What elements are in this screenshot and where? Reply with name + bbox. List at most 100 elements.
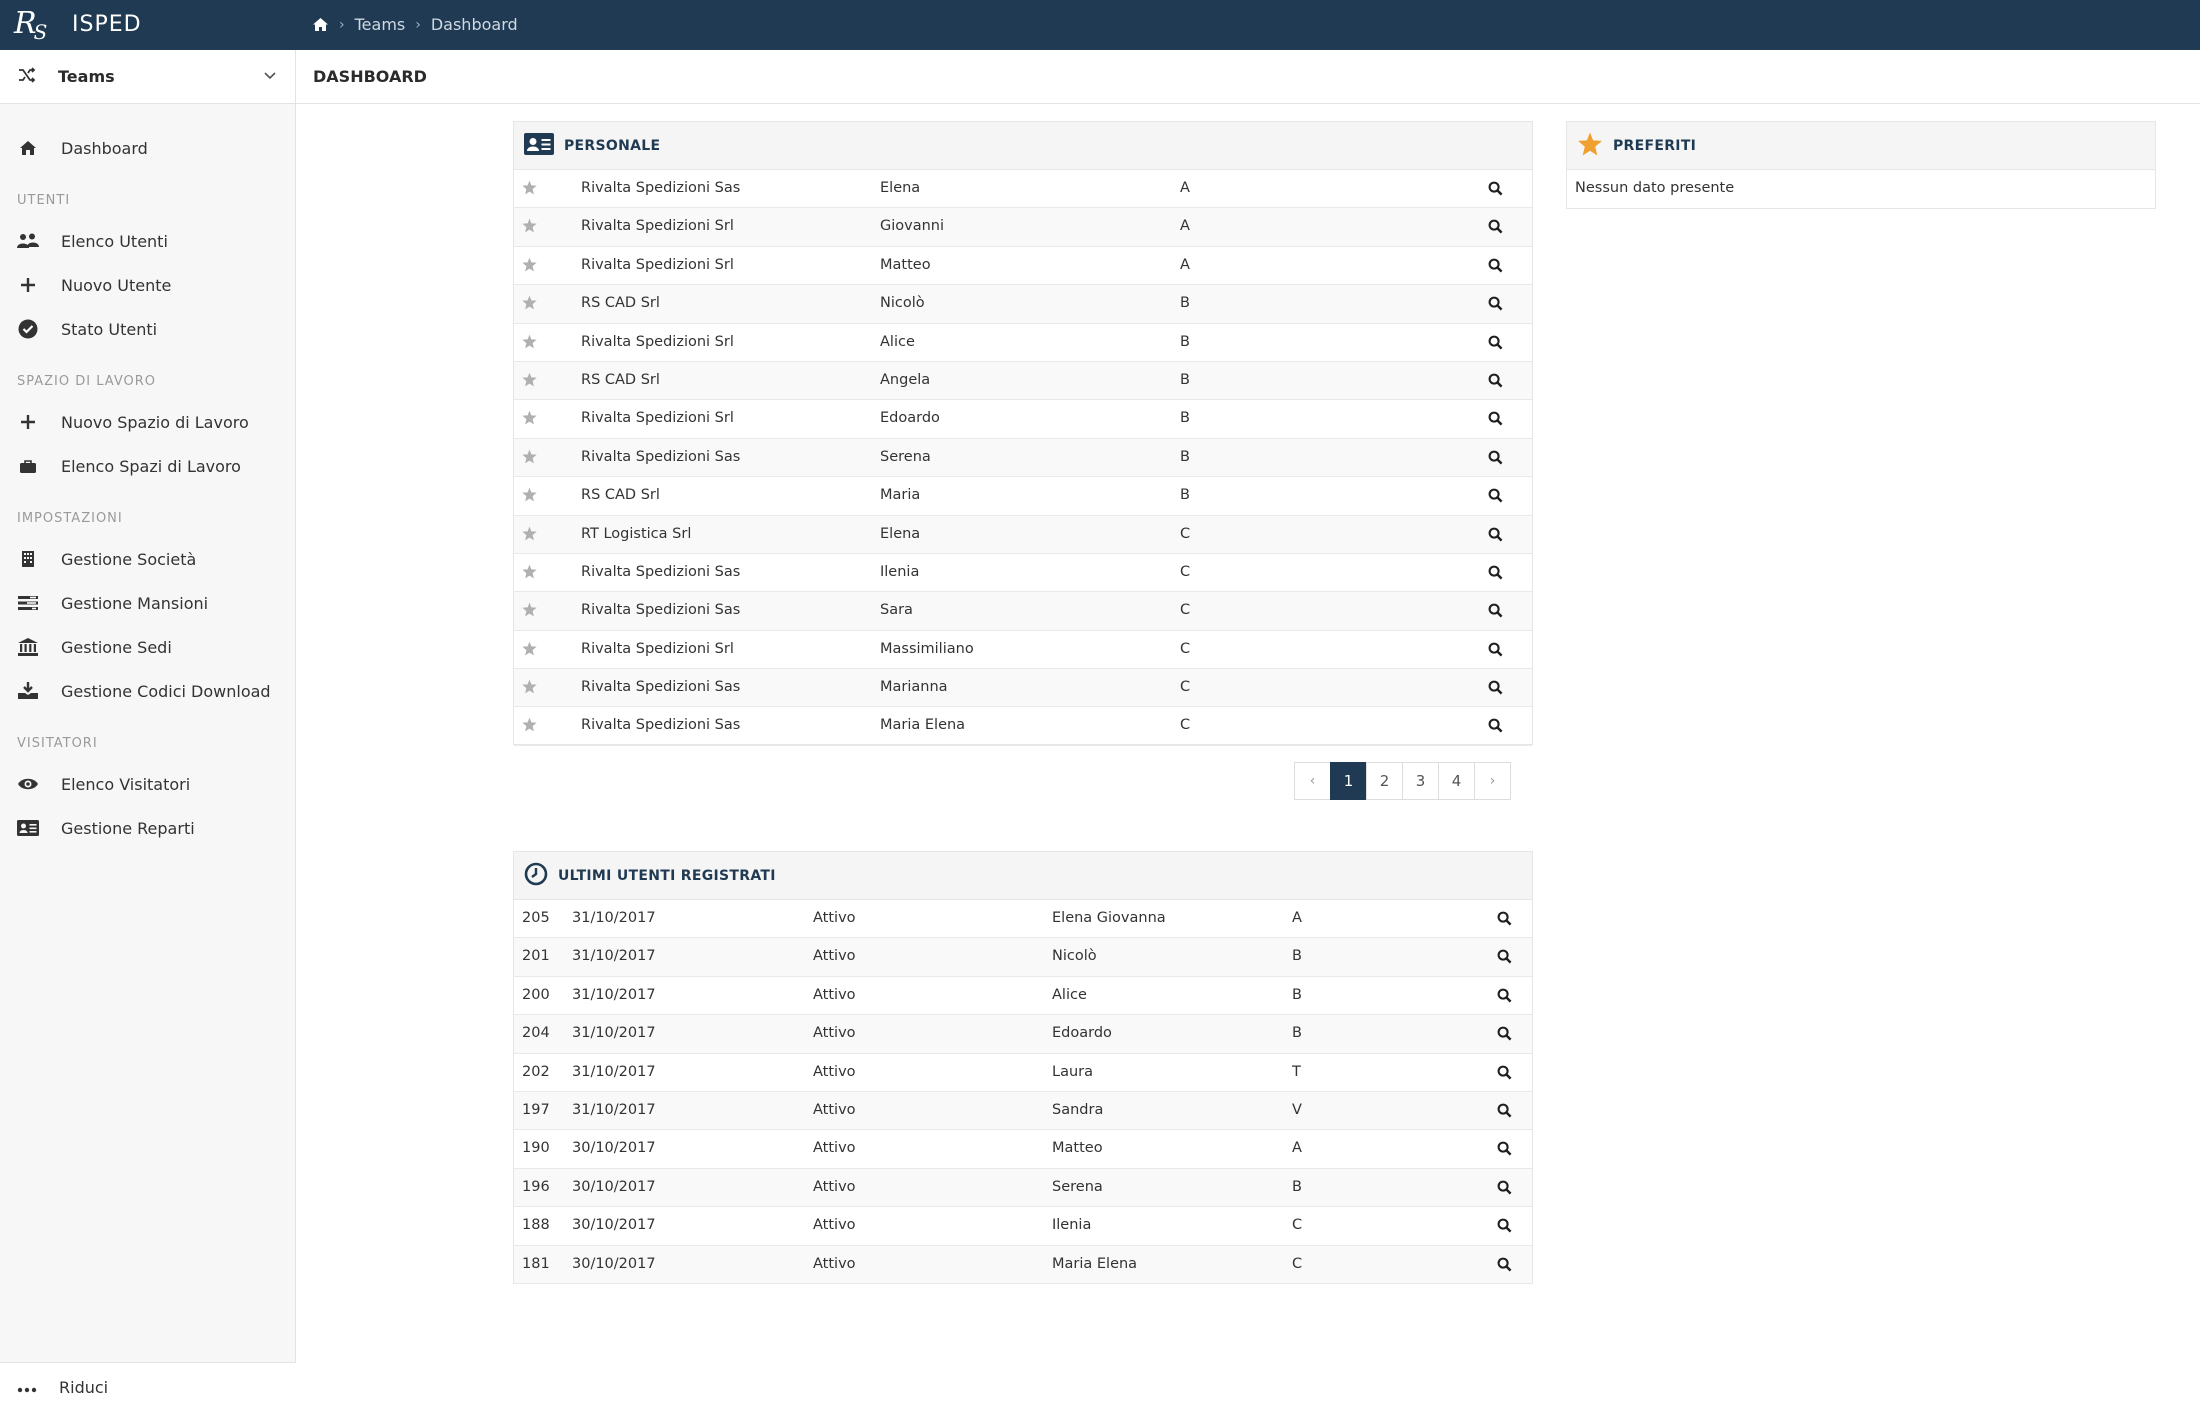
table-row[interactable]: Rivalta Spedizioni Srl Matteo A <box>514 247 1532 286</box>
search-icon[interactable] <box>1488 603 1503 622</box>
sidebar-item-elenco-utenti[interactable]: Elenco Utenti <box>0 223 296 259</box>
search-icon[interactable] <box>1497 1180 1512 1199</box>
sidebar: Teams Dashboard UTENTI Elenco Utenti Nuo… <box>0 50 296 1412</box>
table-row[interactable]: Rivalta Spedizioni Srl Giovanni A <box>514 208 1532 247</box>
breadcrumb-dashboard[interactable]: Dashboard <box>431 15 518 34</box>
briefcase-icon <box>17 455 39 477</box>
table-row[interactable]: 196 30/10/2017 Attivo Serena B <box>514 1168 1532 1208</box>
favorite-star-icon[interactable] <box>522 717 537 736</box>
table-row[interactable]: 190 30/10/2017 Attivo Matteo A <box>514 1130 1532 1169</box>
search-icon[interactable] <box>1497 949 1512 968</box>
app-logo[interactable]: RS <box>14 6 47 44</box>
table-row[interactable]: Rivalta Spedizioni Sas Marianna C <box>514 669 1532 708</box>
table-row[interactable]: Rivalta Spedizioni Srl Alice B <box>514 324 1532 362</box>
sidebar-item-dashboard[interactable]: Dashboard <box>0 130 296 166</box>
table-row[interactable]: Rivalta Spedizioni Sas Sara C <box>514 592 1532 631</box>
favorite-star-icon[interactable] <box>522 410 537 429</box>
search-icon[interactable] <box>1488 411 1503 430</box>
search-icon[interactable] <box>1488 718 1503 737</box>
search-icon[interactable] <box>1488 642 1503 661</box>
breadcrumb-teams[interactable]: Teams <box>355 15 406 34</box>
home-icon[interactable] <box>312 17 329 32</box>
favorite-star-icon[interactable] <box>522 295 537 314</box>
favorite-star-icon[interactable] <box>522 602 537 621</box>
favorite-star-icon[interactable] <box>522 679 537 698</box>
table-row[interactable]: RT Logistica Srl Elena C <box>514 515 1532 554</box>
section-label-visitatori: VISITATORI <box>17 736 98 751</box>
search-icon[interactable] <box>1488 488 1503 507</box>
pagination-page-3[interactable]: 3 <box>1402 762 1439 800</box>
pagination-page-4[interactable]: 4 <box>1438 762 1475 800</box>
sidebar-collapse-button[interactable]: Riduci <box>0 1362 296 1412</box>
table-row[interactable]: 181 30/10/2017 Attivo Maria Elena C <box>514 1245 1532 1284</box>
name-cell: Serena <box>880 448 931 465</box>
chevron-down-icon[interactable] <box>263 67 277 85</box>
favorite-star-icon[interactable] <box>522 257 537 276</box>
search-icon[interactable] <box>1497 988 1512 1007</box>
search-icon[interactable] <box>1497 1141 1512 1160</box>
search-icon[interactable] <box>1488 527 1503 546</box>
search-icon[interactable] <box>1497 1065 1512 1084</box>
favorite-star-icon[interactable] <box>522 372 537 391</box>
table-row[interactable]: 188 30/10/2017 Attivo Ilenia C <box>514 1207 1532 1246</box>
search-icon[interactable] <box>1488 181 1503 200</box>
table-row[interactable]: 202 31/10/2017 Attivo Laura T <box>514 1054 1532 1092</box>
pagination-page-1[interactable]: 1 <box>1330 762 1367 800</box>
favorite-star-icon[interactable] <box>522 487 537 506</box>
name-cell: Maria Elena <box>1052 1255 1138 1272</box>
table-row[interactable]: 205 31/10/2017 Attivo Elena Giovanna A <box>514 900 1532 939</box>
search-icon[interactable] <box>1488 680 1503 699</box>
search-icon[interactable] <box>1497 1257 1512 1276</box>
search-icon[interactable] <box>1488 450 1503 469</box>
sidebar-item-gestione-reparti[interactable]: Gestione Reparti <box>0 810 296 846</box>
sidebar-item-stato-utenti[interactable]: Stato Utenti <box>0 311 296 347</box>
table-row[interactable]: Rivalta Spedizioni Sas Serena B <box>514 438 1532 478</box>
category-cell: C <box>1292 1255 1303 1272</box>
table-row[interactable]: Rivalta Spedizioni Sas Elena A <box>514 170 1532 209</box>
search-icon[interactable] <box>1488 258 1503 277</box>
table-row[interactable]: Rivalta Spedizioni Sas Ilenia C <box>514 554 1532 593</box>
table-row[interactable]: 204 31/10/2017 Attivo Edoardo B <box>514 1015 1532 1054</box>
sidebar-item-gestione-codici[interactable]: Gestione Codici Download <box>0 673 296 709</box>
favorite-star-icon[interactable] <box>522 180 537 199</box>
table-row[interactable]: 200 31/10/2017 Attivo Alice B <box>514 977 1532 1016</box>
favorite-star-icon[interactable] <box>522 449 537 468</box>
sidebar-app-switcher[interactable]: Teams <box>0 50 295 104</box>
sidebar-item-nuovo-spazio[interactable]: Nuovo Spazio di Lavoro <box>0 404 296 440</box>
search-icon[interactable] <box>1497 911 1512 930</box>
favorite-star-icon[interactable] <box>522 218 537 237</box>
table-row[interactable]: 197 31/10/2017 Attivo Sandra V <box>514 1091 1532 1131</box>
search-icon[interactable] <box>1488 335 1503 354</box>
table-row[interactable]: RS CAD Srl Angela B <box>514 361 1532 401</box>
favorite-star-icon[interactable] <box>522 641 537 660</box>
pagination-prev[interactable]: ‹ <box>1294 762 1331 800</box>
pagination-next[interactable]: › <box>1474 762 1511 800</box>
table-row[interactable]: RS CAD Srl Nicolò B <box>514 285 1532 324</box>
search-icon[interactable] <box>1488 296 1503 315</box>
search-icon[interactable] <box>1488 565 1503 584</box>
search-icon[interactable] <box>1488 373 1503 392</box>
name-cell: Edoardo <box>880 410 940 427</box>
sidebar-item-gestione-sedi[interactable]: Gestione Sedi <box>0 629 296 665</box>
pagination-page-2[interactable]: 2 <box>1366 762 1403 800</box>
id-cell: 181 <box>522 1255 550 1272</box>
sidebar-item-gestione-mansioni[interactable]: Gestione Mansioni <box>0 585 296 621</box>
table-row[interactable]: RS CAD Srl Maria B <box>514 477 1532 516</box>
sidebar-item-nuovo-utente[interactable]: Nuovo Utente <box>0 267 296 303</box>
search-icon[interactable] <box>1488 219 1503 238</box>
table-row[interactable]: Rivalta Spedizioni Srl Massimiliano C <box>514 631 1532 670</box>
table-row[interactable]: Rivalta Spedizioni Srl Edoardo B <box>514 400 1532 439</box>
search-icon[interactable] <box>1497 1026 1512 1045</box>
search-icon[interactable] <box>1497 1218 1512 1237</box>
sidebar-item-elenco-spazi[interactable]: Elenco Spazi di Lavoro <box>0 448 296 484</box>
favorite-star-icon[interactable] <box>522 526 537 545</box>
favorite-star-icon[interactable] <box>522 564 537 583</box>
date-cell: 31/10/2017 <box>572 986 656 1003</box>
status-cell: Attivo <box>813 1255 856 1272</box>
table-row[interactable]: 201 31/10/2017 Attivo Nicolò B <box>514 938 1532 977</box>
search-icon[interactable] <box>1497 1103 1512 1122</box>
favorite-star-icon[interactable] <box>522 334 537 353</box>
table-row[interactable]: Rivalta Spedizioni Sas Maria Elena C <box>514 707 1532 746</box>
sidebar-item-elenco-visitatori[interactable]: Elenco Visitatori <box>0 766 296 802</box>
sidebar-item-gestione-societa[interactable]: Gestione Società <box>0 541 296 577</box>
